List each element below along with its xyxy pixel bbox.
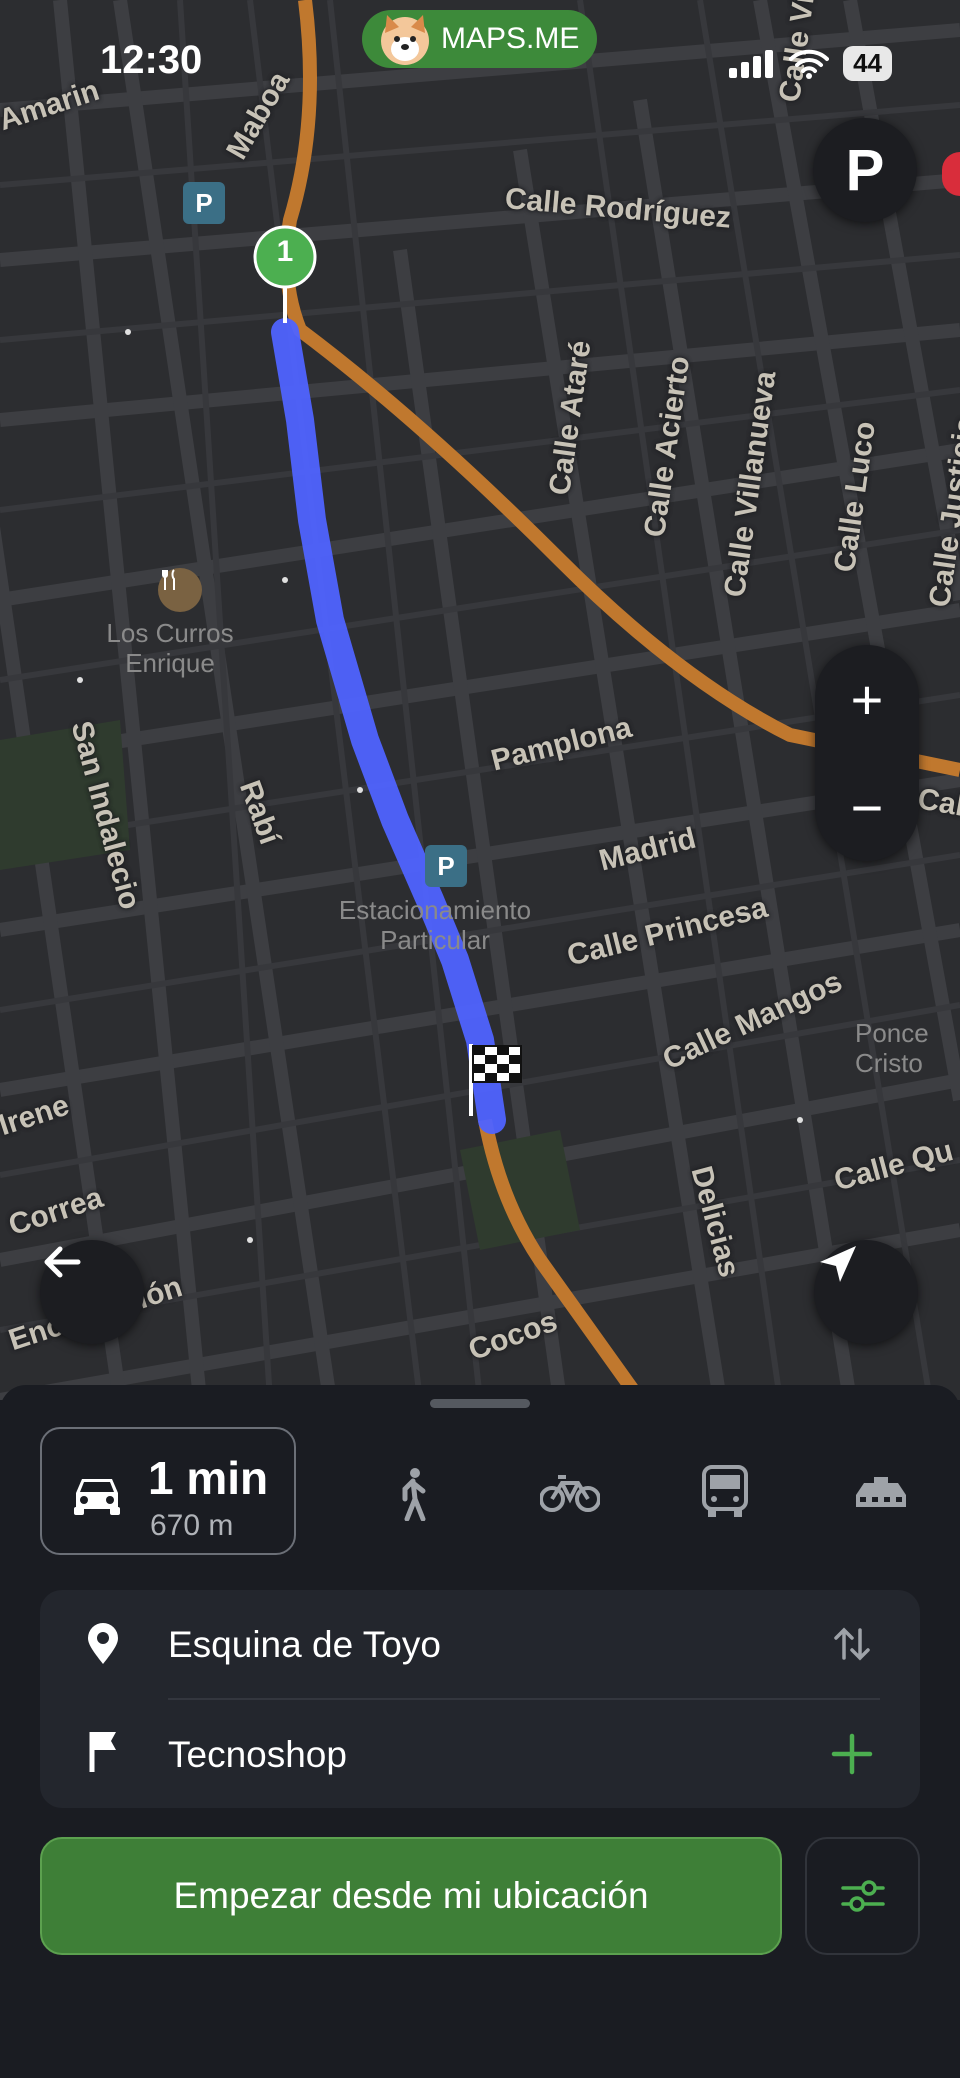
start-marker[interactable]: 1: [253, 225, 317, 325]
walk-icon[interactable]: [393, 1467, 433, 1521]
poi-label: Los Curros Enrique: [106, 618, 234, 678]
back-button[interactable]: [40, 1240, 144, 1344]
shiba-logo-icon: [381, 15, 429, 65]
map-view[interactable]: Maboa Calle Rodríguez Calle Ataré Calle …: [0, 0, 960, 1400]
car-icon: [74, 1479, 120, 1515]
route-planner-sheet: 1 min 670 m Esquina de Toyo Tecnoshop Em…: [0, 1385, 960, 2078]
poi-label: Ponce Cristo: [855, 1018, 929, 1078]
start-navigation-button[interactable]: Empezar desde mi ubicación: [40, 1837, 782, 1955]
route-duration: 1 min: [148, 1452, 269, 1504]
sliders-icon: [840, 1880, 885, 1912]
start-marker-label: 1: [276, 235, 294, 268]
arrow-left-icon: [44, 1246, 81, 1278]
battery-indicator: 44: [843, 46, 892, 81]
route-options-button[interactable]: [805, 1837, 920, 1955]
route-finish-row[interactable]: Tecnoshop: [40, 1700, 920, 1808]
parking-icon[interactable]: P: [183, 182, 225, 224]
route-start-row[interactable]: Esquina de Toyo: [40, 1590, 920, 1698]
restaurant-icon[interactable]: [158, 568, 202, 612]
location-pin-icon: [88, 1623, 118, 1664]
route-start-label: Esquina de Toyo: [168, 1624, 441, 1665]
zoom-control: + −: [815, 645, 919, 861]
bike-icon[interactable]: [540, 1473, 600, 1513]
finish-flag-icon: [89, 1732, 116, 1772]
sheet-drag-handle[interactable]: [430, 1399, 530, 1408]
status-bar: 12:30 MAPS.ME 44: [0, 0, 960, 120]
navigation-arrow-icon: [820, 1246, 856, 1282]
my-location-button[interactable]: [814, 1240, 918, 1344]
parking-button-label: P: [845, 137, 885, 203]
parking-icon[interactable]: P: [425, 845, 467, 887]
poi-label: Estacionamiento Particular: [338, 895, 532, 955]
route-distance: 670 m: [150, 1509, 234, 1542]
app-return-pill[interactable]: MAPS.ME: [362, 10, 597, 68]
route-finish-label: Tecnoshop: [168, 1734, 347, 1775]
route-points-panel: Esquina de Toyo Tecnoshop: [40, 1590, 920, 1808]
swap-icon[interactable]: [832, 1624, 872, 1664]
mode-car-selected[interactable]: 1 min 670 m: [40, 1427, 296, 1555]
taxi-icon[interactable]: [852, 1477, 910, 1511]
parking-button[interactable]: P: [813, 118, 917, 222]
zoom-in-button[interactable]: +: [815, 645, 919, 753]
zoom-out-button[interactable]: −: [815, 753, 919, 861]
add-stop-icon[interactable]: [830, 1732, 874, 1776]
cellular-signal-icon: [729, 49, 774, 78]
status-time: 12:30: [100, 38, 203, 82]
wifi-icon: [789, 49, 830, 79]
app-pill-label: MAPS.ME: [441, 22, 580, 55]
bus-icon[interactable]: [700, 1465, 750, 1519]
